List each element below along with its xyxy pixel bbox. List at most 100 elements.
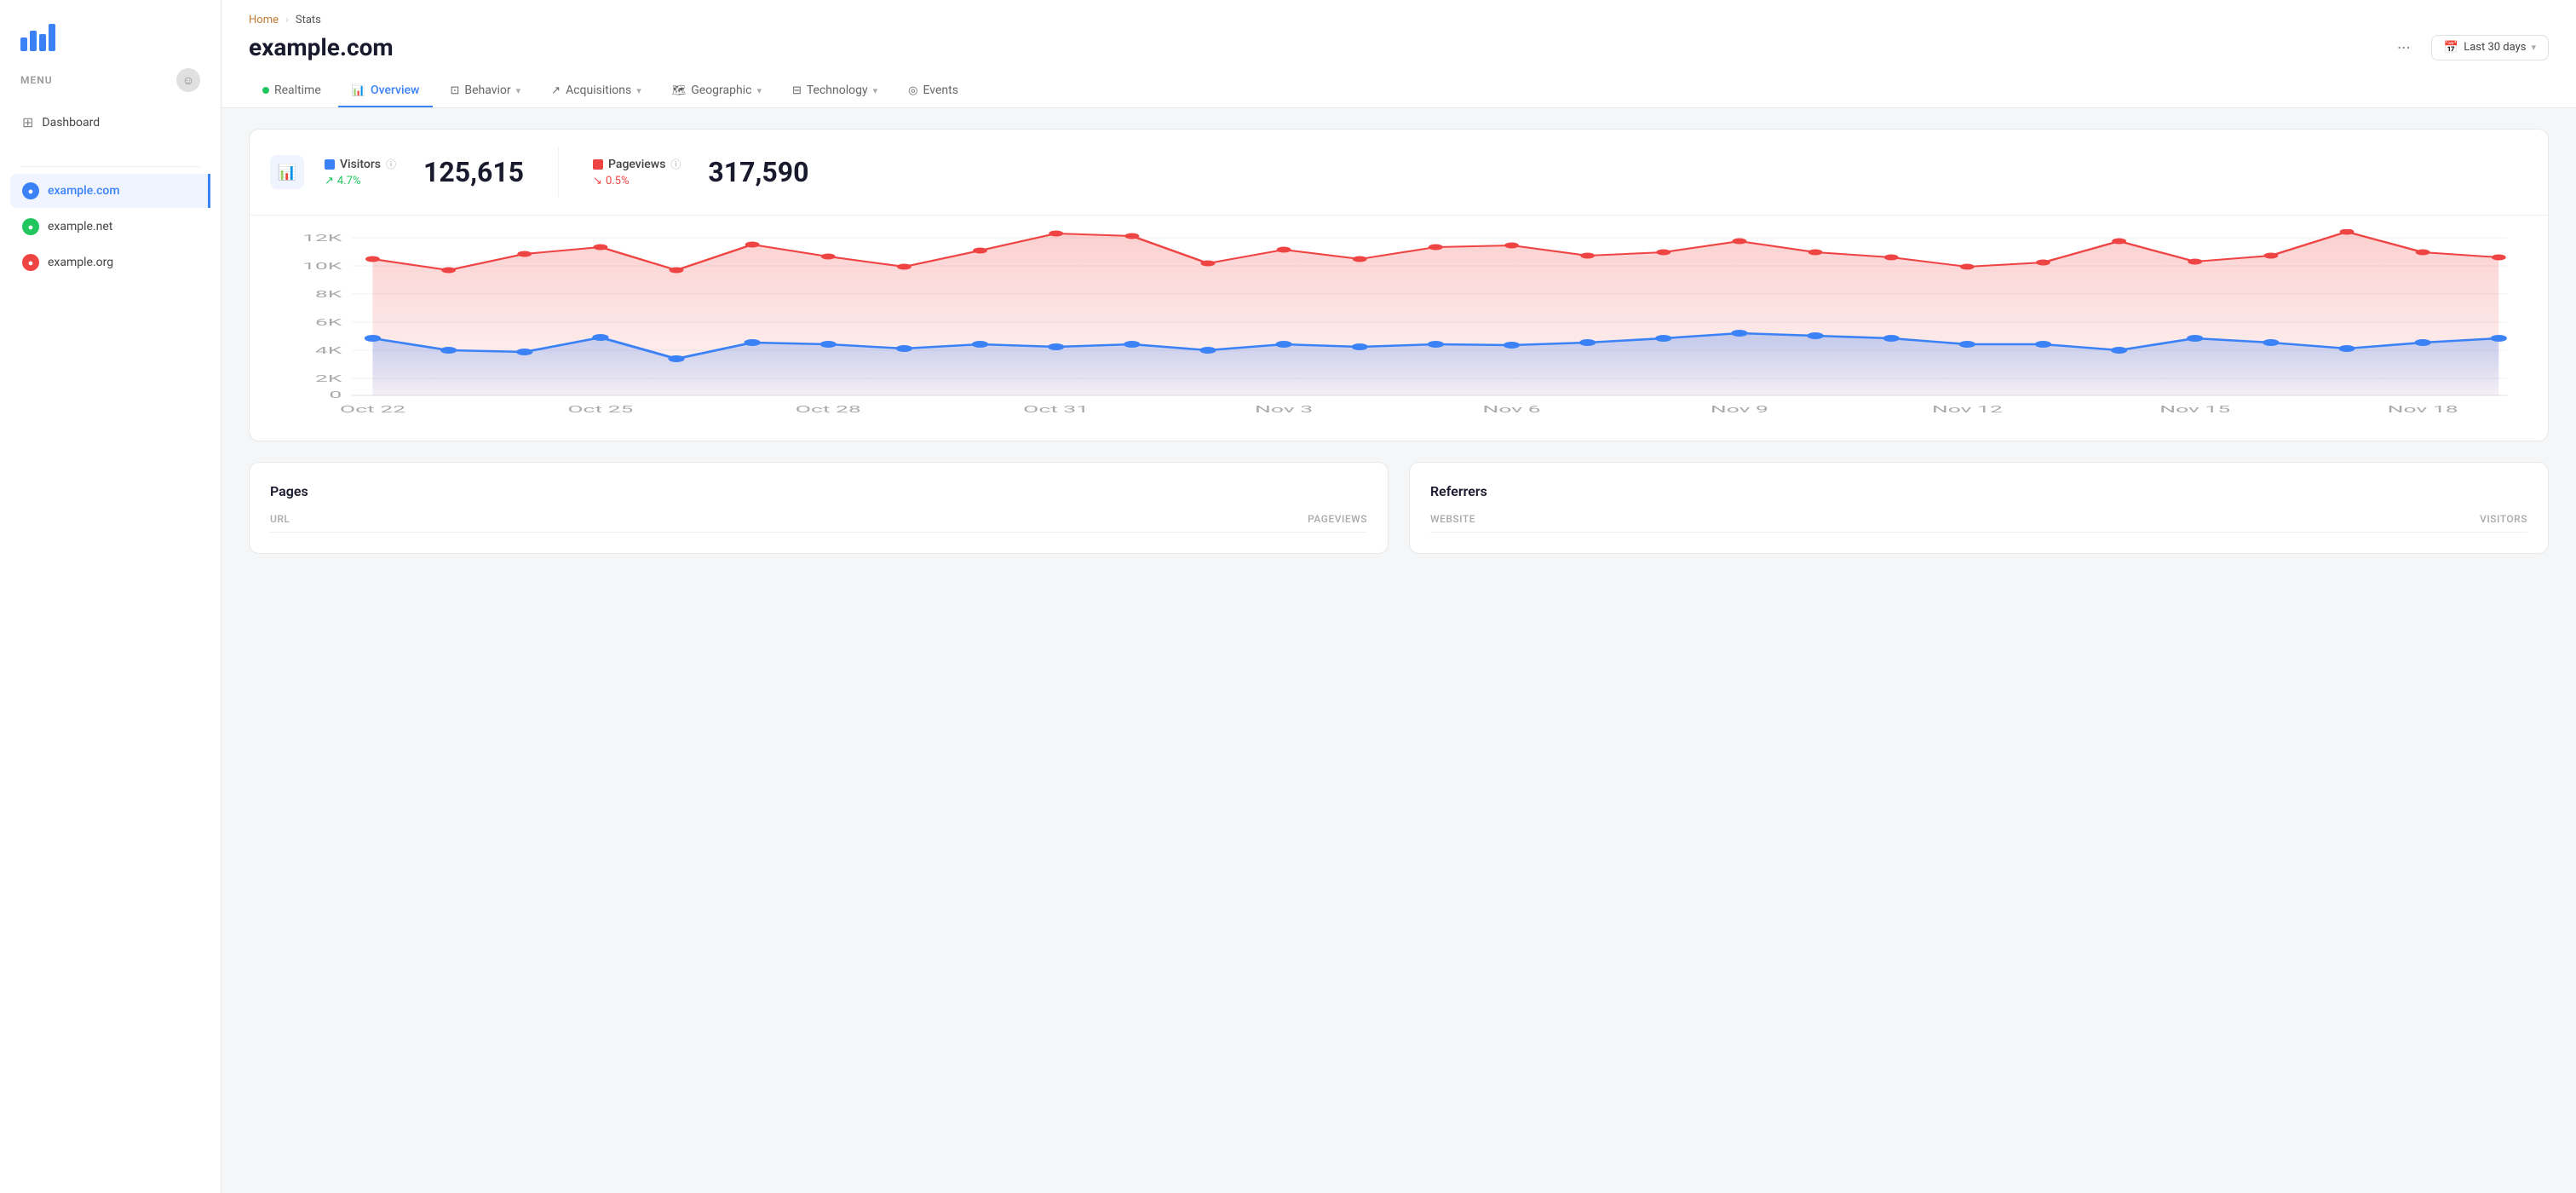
dashboard-icon: ⊞ — [22, 114, 33, 130]
chart-svg: 12K 10K 8K 6K 4K 2K 0 — [270, 229, 2527, 417]
svg-text:Oct 31: Oct 31 — [1023, 404, 1089, 415]
avatar[interactable]: ☺ — [176, 68, 200, 92]
svg-text:Nov 18: Nov 18 — [2388, 404, 2458, 415]
logo-icon — [20, 20, 55, 51]
svg-text:0: 0 — [329, 389, 342, 401]
chart-thumbnail-icon: 📊 — [270, 155, 304, 189]
visitors-info-icon[interactable]: ⓘ — [386, 157, 396, 171]
pageviews-metric: Pageviews ⓘ ↘ 0.5% — [593, 157, 681, 187]
metric-group: Visitors ⓘ ↗ 4.7% 125,615 Pageview — [325, 147, 808, 198]
visitors-metric: Visitors ⓘ ↗ 4.7% — [325, 157, 396, 187]
tabs: Realtime 📊 Overview ⊡ Behavior ▾ ↗ Acqui… — [249, 75, 2549, 107]
tab-acquisitions[interactable]: ↗ Acquisitions ▾ — [538, 75, 655, 107]
referrers-table-header: Website Visitors — [1430, 513, 2527, 533]
technology-icon: ⊟ — [792, 84, 802, 97]
referrers-card: Referrers Website Visitors — [1409, 462, 2549, 554]
bottom-cards: Pages URL Pageviews Referrers Website Vi… — [249, 462, 2549, 554]
tab-behavior[interactable]: ⊡ Behavior ▾ — [436, 75, 534, 107]
logo-bar-3 — [39, 34, 46, 51]
pages-col-pageviews: Pageviews — [1308, 513, 1367, 525]
date-filter-label: Last 30 days — [2464, 41, 2526, 54]
page-title: example.com — [249, 33, 394, 61]
menu-label: MENU — [20, 74, 53, 86]
svg-text:Nov 12: Nov 12 — [1932, 404, 2003, 415]
logo-bar-1 — [20, 37, 27, 51]
date-filter-button[interactable]: 📅 Last 30 days ▾ — [2431, 35, 2549, 61]
logo-bar-2 — [30, 31, 37, 51]
tab-technology[interactable]: ⊟ Technology ▾ — [779, 75, 891, 107]
pages-table-header: URL Pageviews — [270, 513, 1367, 533]
sites-list: ● example.com ● example.net ● example.or… — [0, 174, 221, 280]
pageviews-change-arrow: ↘ — [593, 175, 602, 187]
stats-header: 📊 Visitors ⓘ ↗ 4.7% 125,615 — [250, 130, 2548, 216]
tab-geographic[interactable]: 🗺 Geographic ▾ — [658, 75, 775, 107]
tab-realtime-label: Realtime — [274, 84, 321, 97]
svg-text:12K: 12K — [302, 233, 342, 244]
breadcrumb-sep: › — [285, 14, 289, 26]
site-dot-blue: ● — [22, 182, 39, 199]
sidebar-menu-row: MENU ☺ — [0, 65, 221, 106]
behavior-chevron: ▾ — [516, 85, 521, 96]
more-options-button[interactable]: ··· — [2390, 34, 2418, 61]
visitors-change-value: 4.7% — [337, 175, 361, 187]
tab-events[interactable]: ◎ Events — [894, 75, 972, 107]
main-content: Home › Stats example.com ··· 📅 Last 30 d… — [221, 0, 2576, 1193]
sidebar-item-dashboard[interactable]: ⊞ Dashboard — [10, 106, 210, 139]
chevron-down-icon: ▾ — [2531, 42, 2536, 53]
visitors-color-dot — [325, 159, 335, 170]
svg-text:6K: 6K — [315, 317, 342, 328]
tab-behavior-label: Behavior — [464, 84, 510, 97]
svg-text:Oct 22: Oct 22 — [340, 404, 405, 415]
technology-chevron: ▾ — [873, 85, 878, 96]
svg-text:Nov 15: Nov 15 — [2159, 404, 2230, 415]
main-header: Home › Stats example.com ··· 📅 Last 30 d… — [221, 0, 2576, 108]
svg-text:Oct 28: Oct 28 — [796, 404, 861, 415]
tab-geographic-label: Geographic — [691, 84, 751, 97]
tab-realtime[interactable]: Realtime — [249, 75, 335, 107]
tab-technology-label: Technology — [807, 84, 868, 97]
realtime-dot — [262, 87, 269, 94]
referrers-title: Referrers — [1430, 483, 2527, 499]
geographic-chevron: ▾ — [756, 85, 762, 96]
site-dot-green: ● — [22, 218, 39, 235]
tab-acquisitions-label: Acquisitions — [566, 84, 631, 97]
pages-title: Pages — [270, 483, 1367, 499]
header-row: example.com ··· 📅 Last 30 days ▾ — [249, 33, 2549, 61]
site-label-example-org: example.org — [48, 256, 113, 269]
behavior-icon: ⊡ — [450, 84, 459, 97]
svg-text:Nov 3: Nov 3 — [1255, 404, 1313, 415]
breadcrumb: Home › Stats — [249, 14, 2549, 26]
svg-text:Nov 6: Nov 6 — [1482, 404, 1540, 415]
site-item-example-com[interactable]: ● example.com — [10, 174, 210, 208]
referrers-col-visitors: Visitors — [2480, 513, 2527, 525]
pageviews-info-icon[interactable]: ⓘ — [670, 157, 681, 171]
events-icon: ◎ — [908, 84, 917, 97]
pages-card: Pages URL Pageviews — [249, 462, 1389, 554]
pageviews-value: 317,590 — [708, 156, 808, 188]
site-item-example-org[interactable]: ● example.org — [10, 245, 210, 280]
site-item-example-net[interactable]: ● example.net — [10, 210, 210, 244]
acquisitions-chevron: ▾ — [636, 85, 641, 96]
site-label-example-net: example.net — [48, 220, 112, 233]
geographic-icon: 🗺 — [672, 84, 687, 97]
referrers-col-website: Website — [1430, 513, 1475, 525]
tab-overview[interactable]: 📊 Overview — [338, 75, 434, 107]
pageviews-color-dot — [593, 159, 603, 170]
tab-overview-label: Overview — [371, 84, 419, 97]
site-label-example-com: example.com — [48, 184, 120, 198]
acquisitions-icon: ↗ — [551, 84, 561, 97]
stats-card: 📊 Visitors ⓘ ↗ 4.7% 125,615 — [249, 129, 2549, 441]
breadcrumb-home[interactable]: Home — [249, 14, 279, 26]
visitors-change-arrow: ↗ — [325, 175, 334, 187]
pageviews-change: ↘ 0.5% — [593, 175, 681, 187]
sidebar-logo — [0, 0, 221, 65]
chart-area: 12K 10K 8K 6K 4K 2K 0 — [250, 216, 2548, 441]
pageviews-change-value: 0.5% — [606, 175, 630, 187]
svg-text:Oct 25: Oct 25 — [567, 404, 633, 415]
sidebar-item-label: Dashboard — [42, 116, 100, 130]
tab-events-label: Events — [923, 84, 957, 97]
breadcrumb-current: Stats — [296, 14, 321, 26]
svg-text:Nov 9: Nov 9 — [1711, 404, 1768, 415]
site-dot-red: ● — [22, 254, 39, 271]
sidebar-divider — [20, 166, 200, 167]
